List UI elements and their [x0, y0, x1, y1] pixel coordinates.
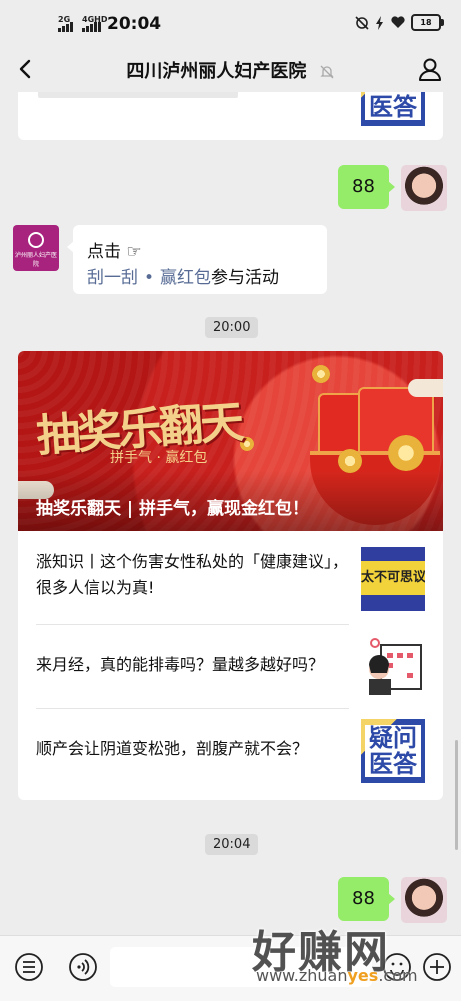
article-title: 来月经，真的能排毒吗？量越多越好吗？: [36, 655, 325, 674]
article-title: 涨知识丨这个伤害女性私处的「健康建议」，很多人信以为真!: [36, 552, 349, 597]
person-icon[interactable]: [415, 54, 445, 84]
heart-icon: [391, 16, 405, 28]
article-thumbnail: 疑问 医答: [361, 719, 425, 783]
article-thumbnail: [361, 635, 425, 699]
promo-line1: 点击 ☞: [87, 242, 142, 262]
timestamp: 20:04: [205, 834, 259, 855]
voice-icon[interactable]: [68, 952, 98, 982]
article-item-3[interactable]: 顺产会让阴道变松弛，剖腹产就不会？ 疑问 医答: [18, 709, 443, 792]
banner-subheading: 拼手气 · 赢红包: [110, 450, 208, 466]
message-text: 88: [352, 176, 375, 197]
battery-level: 18: [420, 18, 432, 27]
battery-icon: 18: [411, 14, 444, 31]
charging-icon: [376, 15, 383, 30]
my-message-2: 88: [338, 877, 395, 921]
banner-title: 抽奖乐翻天 | 拼手气，赢现金红包！: [18, 471, 443, 531]
hospital-avatar-label: 泸州丽人妇产医院: [14, 252, 57, 268]
promo-suffix: 参与活动: [211, 268, 280, 288]
article-item-2[interactable]: 来月经，真的能排毒吗？量越多越好吗？: [18, 625, 443, 708]
signal-icon: [58, 22, 73, 32]
thumb-text: 太不可思议: [361, 561, 425, 595]
article-card: 抽奖乐翻天 拼手气 · 赢红包 抽奖乐翻天 | 拼手气，赢现金红包！ 涨知识丨这…: [18, 351, 443, 800]
timestamp: 20:00: [205, 317, 259, 338]
cloud-image: [408, 379, 443, 397]
calendar-illustration-icon: [369, 638, 422, 695]
scratch-link[interactable]: 刮一刮: [87, 268, 138, 288]
my-message-1: 88: [338, 165, 395, 209]
watermark-url: www.zhuanyes.com: [256, 966, 418, 985]
dot-separator: •: [144, 268, 155, 288]
chat-header: 四川泸州丽人妇产医院: [0, 48, 461, 92]
article-card-partial[interactable]: 疑问 医答: [18, 92, 443, 140]
page-title: 四川泸州丽人妇产医院: [126, 61, 307, 82]
article-thumbnail: 太不可思议: [361, 547, 425, 611]
status-time: 20:04: [107, 14, 162, 34]
article-thumbnail: 疑问 医答: [361, 92, 425, 126]
coin-image-3: [312, 365, 330, 383]
status-icons: 18: [355, 14, 444, 31]
hospital-avatar[interactable]: 泸州丽人妇产医院: [13, 225, 59, 271]
watermark: 好赚网 www.zhuanyes.com: [252, 916, 452, 996]
article-item-1[interactable]: 涨知识丨这个伤害女性私处的「健康建议」，很多人信以为真! 太不可思议: [18, 541, 443, 624]
article-title: 顺产会让阴道变松弛，剖腹产就不会？: [36, 739, 309, 758]
cut-off-text: [38, 92, 238, 98]
coin-image-2: [338, 449, 362, 473]
status-bar: 2G 4GHD 20:04 18: [0, 0, 461, 48]
coin-image: [388, 435, 424, 471]
scrollbar[interactable]: [455, 740, 458, 850]
thumb-text-bottom: 医答: [365, 94, 421, 120]
bell-muted-icon: [320, 65, 334, 79]
thumb-text-bottom: 医答: [365, 751, 421, 777]
signal-icon-2: [82, 22, 101, 32]
promo-line2: 刮一刮 • 赢红包参与活动: [87, 263, 279, 288]
watermark-url-a: www.zhuan: [256, 966, 348, 985]
watermark-url-b: yes: [347, 966, 379, 985]
message-text: 88: [352, 888, 375, 909]
thumb-text-top: 疑问: [365, 725, 421, 751]
watermark-url-c: .com: [378, 966, 418, 985]
avatar[interactable]: [401, 165, 447, 211]
message-bubble[interactable]: 88: [338, 877, 395, 921]
alarm-off-icon: [355, 15, 369, 30]
hospital-logo-icon: [28, 232, 44, 248]
chat-title: 四川泸州丽人妇产医院: [0, 57, 461, 83]
message-bubble[interactable]: 88: [338, 165, 395, 209]
list-menu-icon[interactable]: [14, 952, 44, 982]
article-banner[interactable]: 抽奖乐翻天 拼手气 · 赢红包 抽奖乐翻天 | 拼手气，赢现金红包！: [18, 351, 443, 531]
red-packet-link[interactable]: 赢红包: [160, 268, 211, 288]
promo-message-bubble[interactable]: 点击 ☞ 刮一刮 • 赢红包参与活动: [67, 225, 327, 294]
